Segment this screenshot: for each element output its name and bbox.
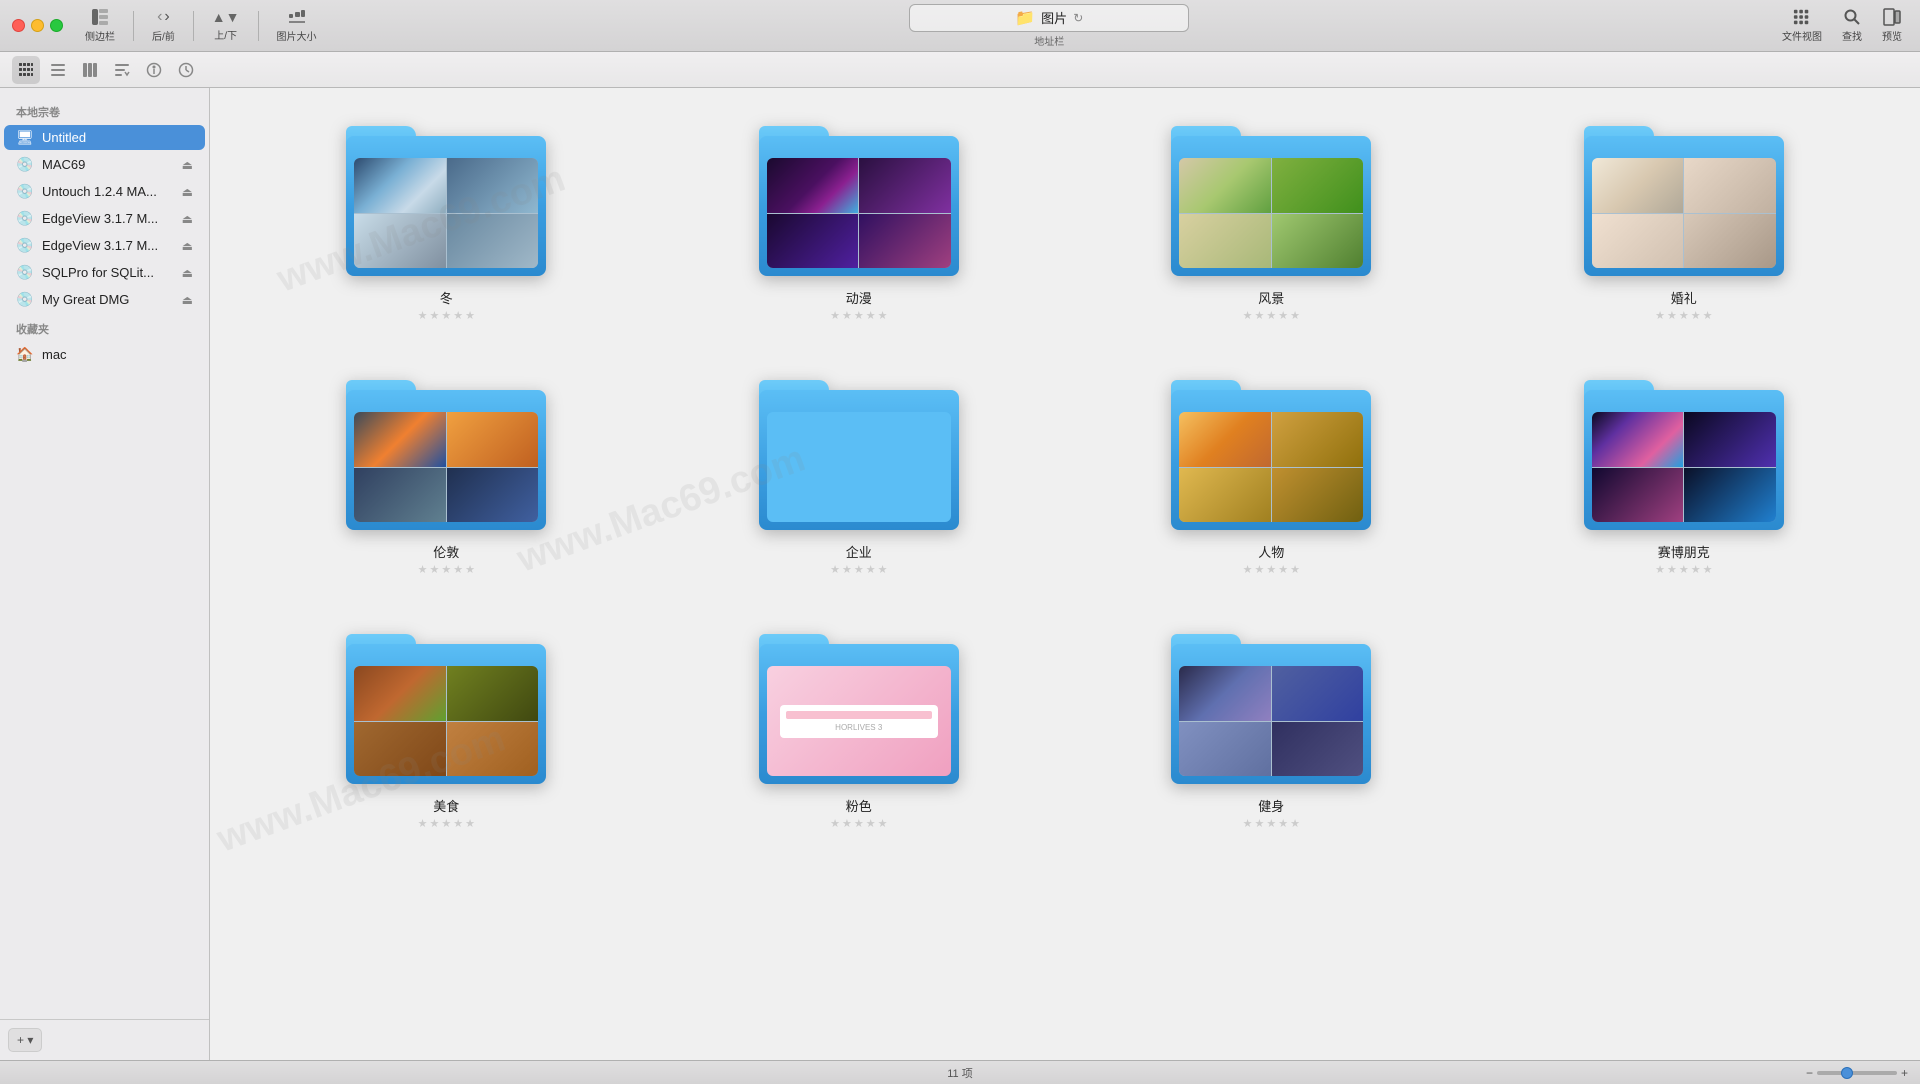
sidebar-toggle-button[interactable]: 侧边栏 xyxy=(79,6,121,45)
sidebar-item-untouch[interactable]: 💿 Untouch 1.2.4 MA... ⏏ xyxy=(4,179,205,204)
address-bar-input[interactable]: 📁 图片 ↻ xyxy=(909,4,1189,32)
folder-icon-london xyxy=(346,370,546,530)
eject-icon: ⏏ xyxy=(182,212,193,226)
local-volumes-label: 本地宗卷 xyxy=(0,96,209,124)
disk-icon: 💿 xyxy=(16,264,34,281)
sidebar-item-sqlpro[interactable]: 💿 SQLPro for SQLit... ⏏ xyxy=(4,260,205,285)
folder-item-wedding[interactable]: 婚礼 ★ ★ ★ ★ ★ xyxy=(1488,108,1881,330)
folder-item-cyberpunk[interactable]: 赛博朋克 ★ ★ ★ ★ ★ xyxy=(1488,362,1881,584)
folder-stars-cyberpunk: ★ ★ ★ ★ ★ xyxy=(1655,563,1712,576)
statusbar-right: − + xyxy=(1806,1066,1908,1080)
sidebar-bottom: + ▾ xyxy=(0,1019,209,1060)
folder-stars-landscape: ★ ★ ★ ★ ★ xyxy=(1243,309,1300,322)
view-columns-btn[interactable] xyxy=(76,56,104,84)
folder-item-london[interactable]: 伦敦 ★ ★ ★ ★ ★ xyxy=(250,362,643,584)
sidebar: 本地宗卷 🖥 Untitled 💿 MAC69 ⏏ 💿 Untouch 1.2.… xyxy=(0,88,210,1060)
back-forward-button[interactable]: ‹ › 后/前 xyxy=(146,6,181,45)
eject-icon: ⏏ xyxy=(182,158,193,172)
folder-item-winter[interactable]: 冬 ★ ★ ★ ★ ★ xyxy=(250,108,643,330)
folder-stars-fitness: ★ ★ ★ ★ ★ xyxy=(1243,817,1300,830)
minimize-button[interactable] xyxy=(31,19,44,32)
traffic-lights xyxy=(12,19,63,32)
toolbar2 xyxy=(0,52,1920,88)
folder-stars-anime: ★ ★ ★ ★ ★ xyxy=(830,309,887,322)
disk-icon: 💿 xyxy=(16,210,34,227)
folder-item-pink[interactable]: HORLIVES 3 粉色 ★ ★ ★ ★ ★ xyxy=(663,616,1056,838)
search-button[interactable]: 查找 xyxy=(1836,6,1868,45)
folder-item-enterprise[interactable]: 企业 ★ ★ ★ ★ ★ xyxy=(663,362,1056,584)
toolbar-separator2 xyxy=(193,11,194,41)
folder-item-fitness[interactable]: 健身 ★ ★ ★ ★ ★ xyxy=(1075,616,1468,838)
folder-stars-winter: ★ ★ ★ ★ ★ xyxy=(418,309,475,322)
disk-icon: 🖥 xyxy=(16,129,34,146)
folder-icon-enterprise xyxy=(759,370,959,530)
zoom-in-icon[interactable]: + xyxy=(1901,1066,1908,1080)
sidebar-item-mac[interactable]: 🏠 mac xyxy=(4,342,205,367)
folder-item-landscape[interactable]: 风景 ★ ★ ★ ★ ★ xyxy=(1075,108,1468,330)
folder-stars-food: ★ ★ ★ ★ ★ xyxy=(418,817,475,830)
folder-stars-enterprise: ★ ★ ★ ★ ★ xyxy=(830,563,887,576)
item-count: 11 项 xyxy=(947,1065,972,1081)
info-btn[interactable] xyxy=(140,56,168,84)
sidebar-item-edgeview2[interactable]: 💿 EdgeView 3.1.7 M... ⏏ xyxy=(4,233,205,258)
titlebar: 侧边栏 ‹ › 后/前 ▲▼ 上/下 图片大小 📁 图片 ↻ xyxy=(0,0,1920,52)
favorites-label: 收藏夹 xyxy=(0,313,209,341)
sort-btn[interactable] xyxy=(108,56,136,84)
address-bar-container: 📁 图片 ↻ 地址栏 xyxy=(331,4,1769,48)
view-toggle-button[interactable]: 文件视图 xyxy=(1776,6,1828,45)
eject-icon: ⏏ xyxy=(182,266,193,280)
sidebar-item-edgeview1[interactable]: 💿 EdgeView 3.1.7 M... ⏏ xyxy=(4,206,205,231)
zoom-out-icon[interactable]: − xyxy=(1806,1066,1813,1080)
maximize-button[interactable] xyxy=(50,19,63,32)
folder-item-people[interactable]: 人物 ★ ★ ★ ★ ★ xyxy=(1075,362,1468,584)
image-size-button[interactable]: 图片大小 xyxy=(271,6,323,45)
toolbar-separator3 xyxy=(258,11,259,41)
clock-btn[interactable] xyxy=(172,56,200,84)
sidebar-item-mac69[interactable]: 💿 MAC69 ⏏ xyxy=(4,152,205,177)
sidebar-item-dmg[interactable]: 💿 My Great DMG ⏏ xyxy=(4,287,205,312)
folder-grid: 冬 ★ ★ ★ ★ ★ xyxy=(250,108,1880,838)
disk-icon: 💿 xyxy=(16,183,34,200)
folder-icon-wedding xyxy=(1584,116,1784,276)
toolbar-right: 文件视图 查找 预览 xyxy=(1776,6,1908,45)
statusbar: 11 项 − + xyxy=(0,1060,1920,1084)
preview-button[interactable]: 预览 xyxy=(1876,6,1908,45)
folder-stars-pink: ★ ★ ★ ★ ★ xyxy=(830,817,887,830)
folder-icon-food xyxy=(346,624,546,784)
folder-icon-pink: HORLIVES 3 xyxy=(759,624,959,784)
folder-item-anime[interactable]: 动漫 ★ ★ ★ ★ ★ xyxy=(663,108,1056,330)
folder-stars-people: ★ ★ ★ ★ ★ xyxy=(1243,563,1300,576)
up-down-button[interactable]: ▲▼ 上/下 xyxy=(206,7,246,44)
view-icon-btn[interactable] xyxy=(12,56,40,84)
view-list-btn[interactable] xyxy=(44,56,72,84)
folder-icon-landscape xyxy=(1171,116,1371,276)
address-bar: 📁 图片 ↻ 地址栏 xyxy=(909,4,1189,48)
folder-icon-anime xyxy=(759,116,959,276)
disk-icon: 💿 xyxy=(16,237,34,254)
eject-icon: ⏏ xyxy=(182,293,193,307)
disk-icon: 💿 xyxy=(16,291,34,308)
close-button[interactable] xyxy=(12,19,25,32)
content-area: www.Mac69.com www.Mac69.com www.Mac69.co… xyxy=(210,88,1920,1060)
folder-stars-london: ★ ★ ★ ★ ★ xyxy=(418,563,475,576)
folder-item-food[interactable]: 美食 ★ ★ ★ ★ ★ xyxy=(250,616,643,838)
folder-icon-people xyxy=(1171,370,1371,530)
sidebar-item-untitled[interactable]: 🖥 Untitled xyxy=(4,125,205,150)
add-button[interactable]: + ▾ xyxy=(8,1028,42,1052)
toolbar-separator xyxy=(133,11,134,41)
folder-icon-winter xyxy=(346,116,546,276)
eject-icon: ⏏ xyxy=(182,239,193,253)
eject-icon: ⏏ xyxy=(182,185,193,199)
main-layout: 本地宗卷 🖥 Untitled 💿 MAC69 ⏏ 💿 Untouch 1.2.… xyxy=(0,88,1920,1060)
home-icon: 🏠 xyxy=(16,346,34,363)
folder-icon-fitness xyxy=(1171,624,1371,784)
zoom-slider-thumb[interactable] xyxy=(1841,1067,1853,1079)
disk-icon: 💿 xyxy=(16,156,34,173)
folder-stars-wedding: ★ ★ ★ ★ ★ xyxy=(1655,309,1712,322)
zoom-slider[interactable] xyxy=(1817,1071,1897,1075)
folder-icon-cyberpunk xyxy=(1584,370,1784,530)
